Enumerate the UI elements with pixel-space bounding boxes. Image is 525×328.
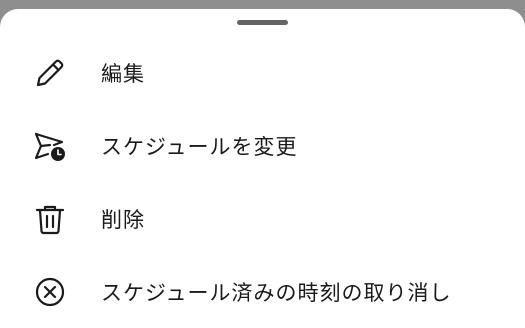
menu-item-edit[interactable]: 編集 xyxy=(0,37,525,109)
pencil-icon xyxy=(32,55,68,91)
bottom-sheet: 編集 スケジュールを変更 削除 スケジュール済みの時刻の取り消し xyxy=(0,9,525,328)
menu-item-label: 削除 xyxy=(101,208,145,232)
cancel-circle-icon xyxy=(32,274,68,310)
menu-item-delete[interactable]: 削除 xyxy=(0,183,525,255)
send-clock-icon xyxy=(32,128,68,164)
menu-item-label: スケジュール済みの時刻の取り消し xyxy=(101,281,452,305)
drag-handle[interactable] xyxy=(237,20,288,25)
menu-item-reschedule[interactable]: スケジュールを変更 xyxy=(0,110,525,182)
menu-item-label: 編集 xyxy=(101,62,145,86)
menu-item-label: スケジュールを変更 xyxy=(101,135,298,159)
trash-icon xyxy=(32,201,68,237)
menu-item-cancel-schedule[interactable]: スケジュール済みの時刻の取り消し xyxy=(0,256,525,328)
